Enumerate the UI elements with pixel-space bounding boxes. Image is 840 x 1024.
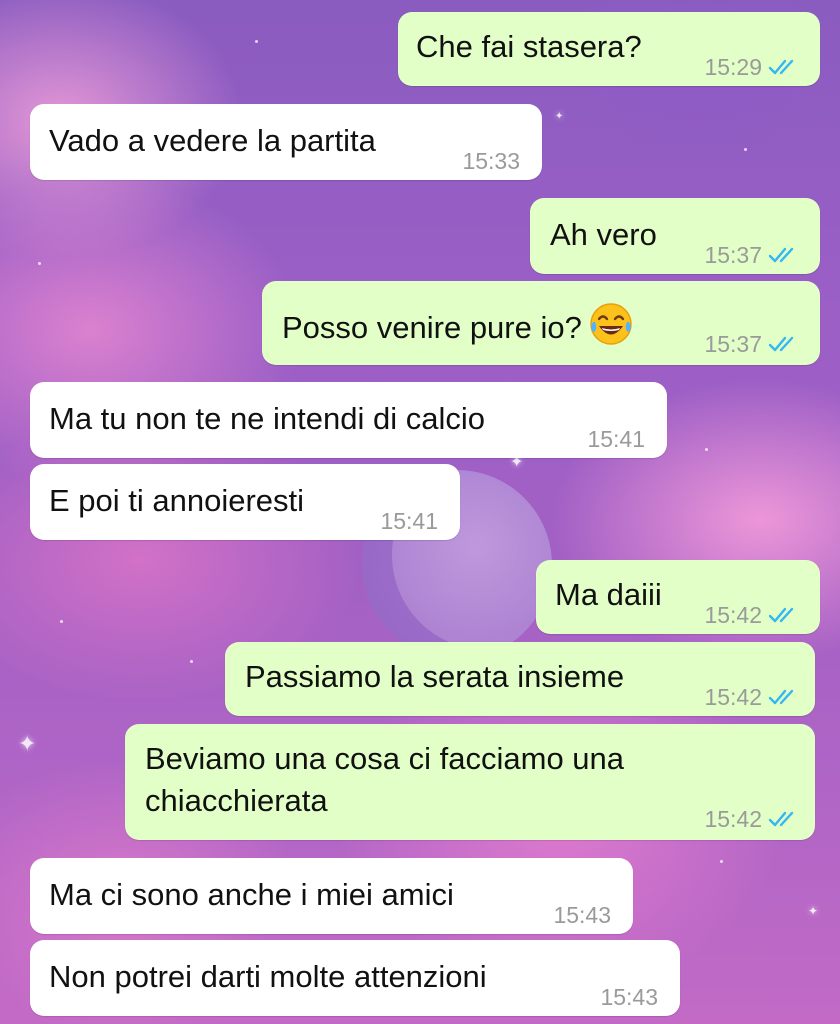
double-check-read-icon: [768, 336, 794, 352]
message-text-line-2: chiacchierata: [145, 783, 328, 818]
double-check-read-icon: [768, 59, 794, 75]
message-time: 15:42: [704, 602, 762, 628]
tears-of-joy-emoji-icon: [590, 303, 632, 345]
message-text: Ma tu non te ne intendi di calcio: [49, 401, 485, 436]
message-text: Che fai stasera?: [416, 29, 642, 64]
star-dot: [60, 620, 63, 623]
message-text: Ah vero: [550, 217, 657, 252]
message-time: 15:37: [704, 331, 762, 357]
message-time: 15:42: [704, 806, 762, 832]
message-meta: 15:37: [704, 325, 798, 363]
message-time: 15:43: [553, 902, 611, 928]
message-text: Non potrei darti molte attenzioni: [49, 959, 487, 994]
double-check-read-icon: [768, 811, 794, 827]
message-text-line-1: Beviamo una cosa ci facciamo una: [145, 741, 625, 776]
message-time: 15:37: [704, 242, 762, 268]
sparkle-star-icon: ✦: [808, 904, 819, 918]
star-dot: [744, 148, 747, 151]
message-bubble-outgoing[interactable]: Che fai stasera? 15:29: [398, 12, 820, 86]
message-meta: 15:42: [704, 678, 798, 716]
message-text: Passiamo la serata insieme: [245, 659, 625, 694]
message-meta: 15:42: [704, 800, 798, 838]
message-bubble-outgoing[interactable]: Ma daiii 15:42: [536, 560, 820, 634]
message-meta: 15:29: [704, 48, 798, 86]
message-time: 15:43: [600, 984, 658, 1010]
message-meta: 15:37: [704, 236, 798, 274]
message-bubble-outgoing[interactable]: Ah vero 15:37: [530, 198, 820, 274]
star-dot: [190, 660, 193, 663]
message-text: Posso venire pure io?: [282, 310, 582, 345]
message-bubble-incoming[interactable]: Ma tu non te ne intendi di calcio 15:41: [30, 382, 667, 458]
message-meta: 15:43: [600, 978, 658, 1016]
message-meta: 15:42: [704, 596, 798, 634]
star-dot: [255, 40, 258, 43]
message-meta: 15:41: [380, 502, 438, 540]
double-check-read-icon: [768, 689, 794, 705]
message-bubble-incoming[interactable]: Non potrei darti molte attenzioni 15:43: [30, 940, 680, 1016]
message-bubble-incoming[interactable]: Ma ci sono anche i miei amici 15:43: [30, 858, 633, 934]
message-time: 15:29: [704, 54, 762, 80]
message-time: 15:33: [462, 148, 520, 174]
star-dot: [720, 860, 723, 863]
message-text: Vado a vedere la partita: [49, 123, 376, 158]
message-meta: 15:41: [587, 420, 645, 458]
message-bubble-incoming[interactable]: Vado a vedere la partita 15:33: [30, 104, 542, 180]
message-text: Ma ci sono anche i miei amici: [49, 877, 454, 912]
message-bubble-outgoing[interactable]: Beviamo una cosa ci facciamo una chiacch…: [125, 724, 815, 840]
message-text-wrapper: Posso venire pure io?: [282, 301, 634, 347]
message-bubble-outgoing[interactable]: Passiamo la serata insieme 15:42: [225, 642, 815, 716]
message-bubble-incoming[interactable]: E poi ti annoieresti 15:41: [30, 464, 460, 540]
message-time: 15:42: [704, 684, 762, 710]
double-check-read-icon: [768, 607, 794, 623]
double-check-read-icon: [768, 247, 794, 263]
message-bubble-outgoing[interactable]: Posso venire pure io? 15:37: [262, 281, 820, 365]
message-meta: 15:33: [462, 142, 520, 180]
star-dot: [705, 448, 708, 451]
sparkle-star-icon: ✦: [18, 731, 37, 756]
message-time: 15:41: [380, 508, 438, 534]
message-text: E poi ti annoieresti: [49, 483, 305, 518]
sparkle-star-icon: ✦: [555, 111, 564, 122]
message-meta: 15:43: [553, 896, 611, 934]
star-dot: [38, 262, 41, 265]
message-time: 15:41: [587, 426, 645, 452]
message-text: Ma daiii: [555, 577, 662, 612]
